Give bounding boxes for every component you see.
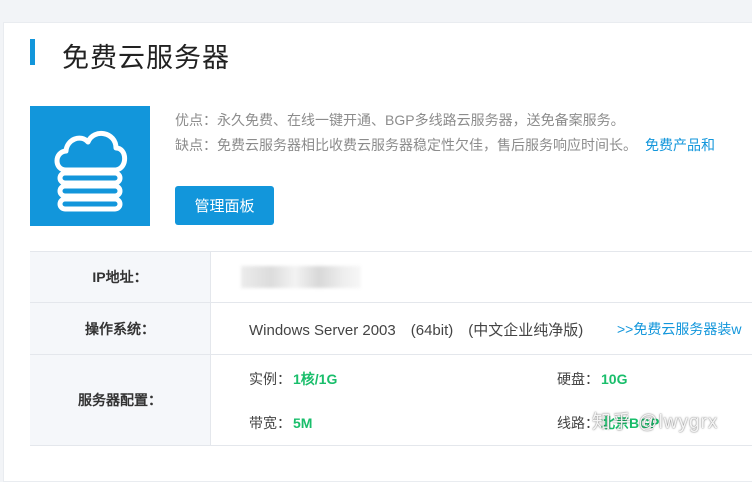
- manage-panel-button[interactable]: 管理面板: [175, 186, 274, 225]
- instance-value: 1核/1G: [293, 371, 338, 387]
- page-title: 免费云服务器: [62, 43, 230, 73]
- cons-line: 缺点：免费云服务器相比收费云服务器稳定性欠佳，售后服务响应时间长。 免费产品和: [175, 135, 715, 155]
- bandwidth-value: 5M: [293, 415, 313, 431]
- os-install-link[interactable]: >>免费云服务器装w: [617, 319, 741, 339]
- table-row: 操作系统： Windows Server 2003 (64bit) (中文企业纯…: [30, 303, 752, 355]
- ip-label: IP地址：: [30, 252, 211, 302]
- zhihu-watermark: 知乎 @lwygrx: [592, 412, 719, 433]
- table-row: IP地址：: [30, 252, 752, 303]
- os-label: 操作系统：: [30, 303, 211, 354]
- free-product-link[interactable]: 免费产品和: [645, 137, 715, 153]
- disk-spec: 硬盘： 10G: [557, 369, 627, 389]
- product-image: [30, 106, 150, 226]
- cons-text: 缺点：免费云服务器相比收费云服务器稳定性欠佳，售后服务响应时间长。: [175, 137, 637, 153]
- bandwidth-label: 带宽：: [249, 415, 291, 431]
- title-accent-bar: [30, 39, 35, 65]
- disk-value: 10G: [601, 371, 628, 387]
- cloud-server-icon: [54, 131, 128, 212]
- os-value: Windows Server 2003 (64bit) (中文企业纯净版): [249, 322, 584, 339]
- ip-value: [211, 252, 752, 302]
- pros-text: 优点：永久免费、在线一键开通、BGP多线路云服务器，送免备案服务。: [175, 112, 625, 128]
- instance-label: 实例：: [249, 371, 291, 387]
- config-label: 服务器配置：: [30, 355, 211, 445]
- ip-redacted: [241, 266, 361, 288]
- bandwidth-spec: 带宽： 5M: [249, 413, 312, 433]
- instance-spec: 实例： 1核/1G: [249, 369, 337, 389]
- disk-label: 硬盘：: [557, 371, 599, 387]
